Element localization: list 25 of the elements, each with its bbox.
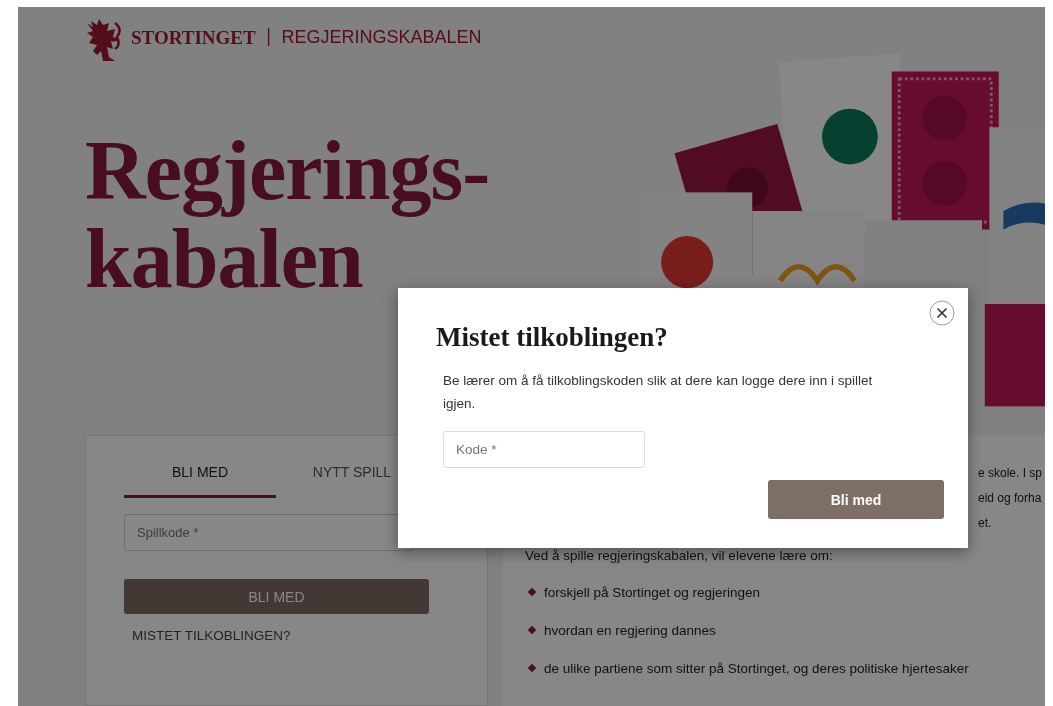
- list-item-text: forskjell på Stortinget og regjeringen: [544, 584, 761, 600]
- bullet-icon: [527, 625, 537, 635]
- intro-text: Ved å spille regjeringskabalen, vil elevene lære om:: [525, 548, 834, 563]
- list-item-text: de ulike partiene som sitter på Stortinget, og deres politiske hjertesaker: [544, 660, 969, 676]
- tab[interactable]: NYTT SPILL: [276, 458, 428, 498]
- tab[interactable]: BLI MED: [124, 458, 276, 498]
- game-code-field[interactable]: Spillkode *: [124, 514, 414, 551]
- bullet-icon: [527, 587, 537, 597]
- join-button[interactable]: Bli med: [768, 480, 944, 519]
- brand-name: STORTINGET: [131, 27, 256, 49]
- intro-text-line: et.: [977, 515, 993, 532]
- lost-connection-link[interactable]: MISTET TILKOBLINGEN?: [132, 628, 291, 643]
- code-field[interactable]: Kode *: [443, 431, 645, 468]
- bullet-icon: [527, 663, 537, 673]
- intro-text-line: e skole. I sp: [977, 465, 1042, 482]
- list-item-text: hvordan en regjering dannes: [544, 622, 716, 638]
- dialog-title: Mistet tilkoblingen?: [436, 322, 669, 353]
- intro-text-line: eid og forha: [977, 490, 1042, 507]
- separator: |: [265, 26, 272, 46]
- product-name: REGJERINGSKABALEN: [281, 27, 482, 48]
- close-button[interactable]: [929, 300, 955, 326]
- join-button[interactable]: BLI MED: [124, 579, 429, 614]
- lion-icon: [85, 17, 123, 63]
- dialog-text: Be lærer om å få tilkoblingskoden slik at dere kan logge dere inn i spillet igjen.: [443, 372, 874, 413]
- page-title: Regjerings-: [85, 127, 491, 215]
